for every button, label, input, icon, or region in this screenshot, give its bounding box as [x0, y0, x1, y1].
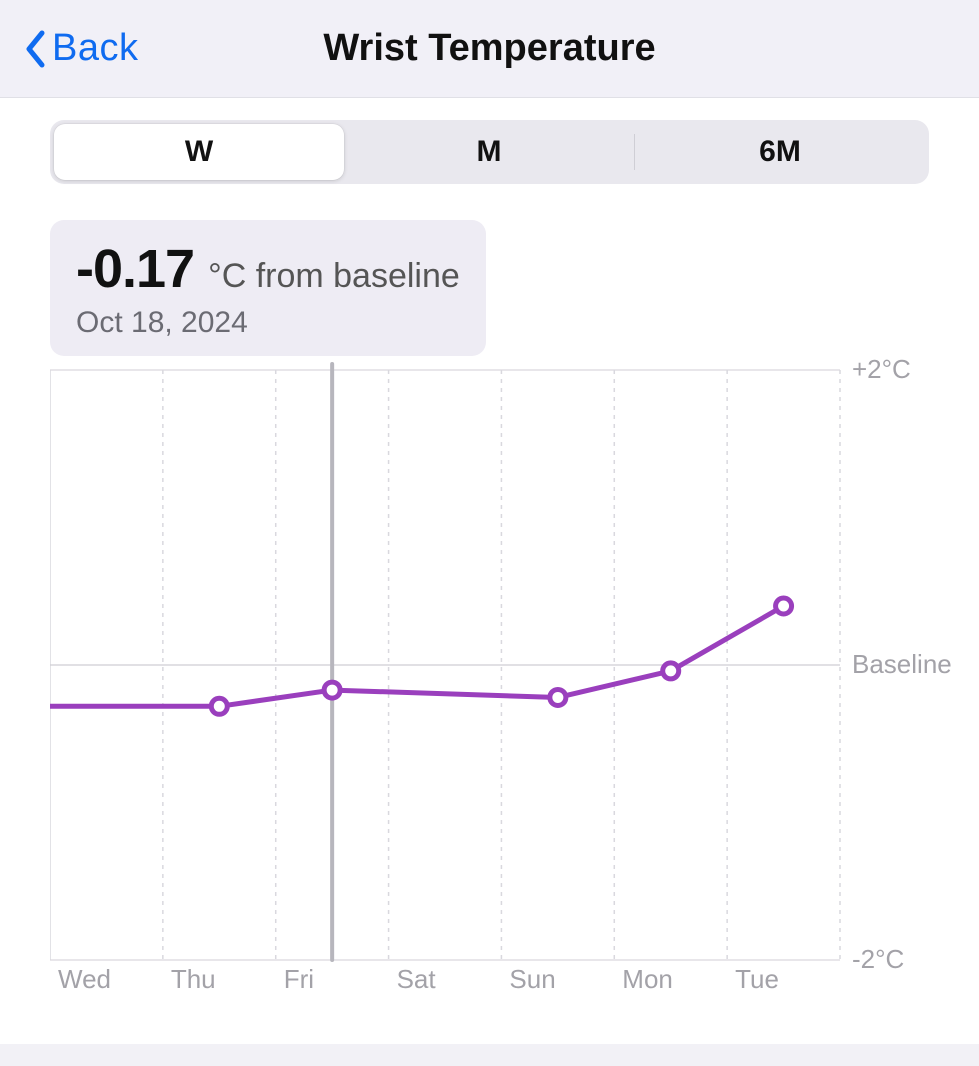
segmented-control: W M 6M [50, 120, 929, 184]
back-button[interactable]: Back [0, 27, 138, 70]
page-title: Wrist Temperature [0, 27, 979, 70]
y-axis-label: Baseline [852, 649, 952, 680]
segment-label: W [185, 135, 213, 169]
x-axis-label: Fri [284, 964, 314, 995]
footer-bar [0, 1044, 979, 1066]
x-axis-label: Sun [509, 964, 555, 995]
callout-unit: °C from baseline [208, 257, 460, 296]
segment-month[interactable]: M [344, 124, 634, 180]
callout-date: Oct 18, 2024 [76, 306, 460, 340]
nav-bar: Back Wrist Temperature [0, 0, 979, 98]
x-axis-label: Thu [171, 964, 216, 995]
segment-six-month[interactable]: 6M [635, 124, 925, 180]
data-callout: -0.17 °C from baseline Oct 18, 2024 [50, 220, 486, 356]
chevron-left-icon [24, 30, 46, 68]
chart-container: -0.17 °C from baseline Oct 18, 2024 +2°C… [50, 220, 929, 1000]
back-label: Back [52, 27, 138, 70]
callout-value: -0.17 [76, 238, 194, 300]
segment-label: M [477, 135, 502, 169]
segment-label: 6M [759, 135, 801, 169]
y-axis-label: +2°C [852, 354, 911, 385]
x-axis-label: Sat [397, 964, 436, 995]
segment-week[interactable]: W [54, 124, 344, 180]
x-axis-label: Wed [58, 964, 111, 995]
content: W M 6M -0.17 °C from baseline Oct 18, 20… [0, 98, 979, 1000]
x-axis-label: Tue [735, 964, 779, 995]
x-axis-label: Mon [622, 964, 673, 995]
y-axis-label: -2°C [852, 944, 904, 975]
